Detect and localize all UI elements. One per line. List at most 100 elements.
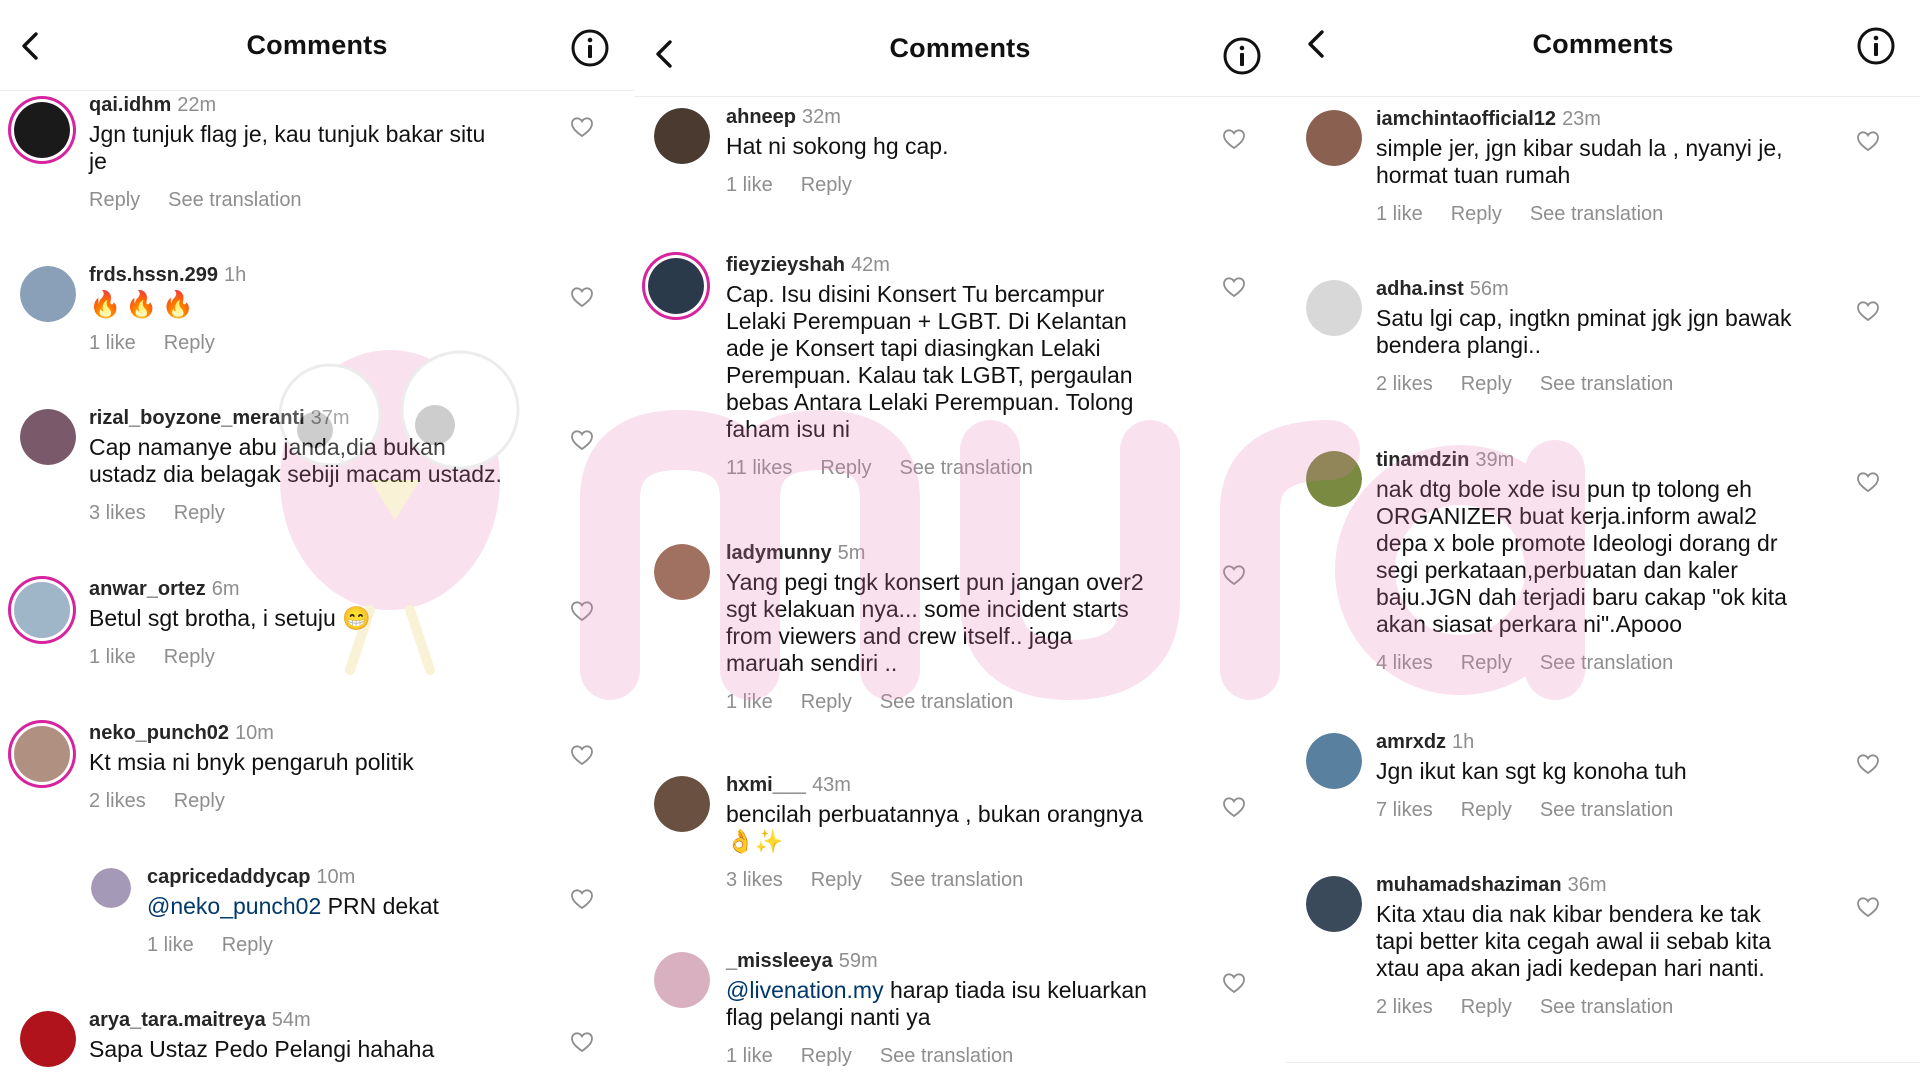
reply-button[interactable]: Reply — [801, 174, 852, 197]
comment-username[interactable]: ahneep — [726, 106, 796, 128]
avatar[interactable] — [20, 1011, 76, 1067]
like-count[interactable]: 1 like — [726, 1045, 773, 1068]
heart-icon[interactable] — [1856, 300, 1880, 322]
comment-username[interactable]: capricedaddycap — [147, 866, 310, 888]
see-translation-button[interactable]: See translation — [880, 691, 1013, 714]
like-count[interactable]: 11 likes — [726, 457, 792, 480]
like-count[interactable]: 1 like — [89, 332, 136, 355]
mention-link[interactable]: @neko_punch02 — [147, 893, 321, 919]
like-count[interactable]: 1 like — [147, 934, 194, 957]
comment-username[interactable]: frds.hssn.299 — [89, 264, 218, 286]
see-translation-button[interactable]: See translation — [880, 1045, 1013, 1068]
comment-username[interactable]: anwar_ortez — [89, 578, 206, 600]
see-translation-button[interactable]: See translation — [168, 189, 301, 212]
heart-icon[interactable] — [570, 600, 594, 622]
comment-username[interactable]: fieyzieyshah — [726, 254, 845, 276]
like-count[interactable]: 2 likes — [89, 790, 146, 813]
see-translation-button[interactable]: See translation — [1540, 652, 1673, 675]
reply-button[interactable]: Reply — [164, 646, 215, 669]
reply-button[interactable]: Reply — [89, 189, 140, 212]
comment-username[interactable]: iamchintaofficial12 — [1376, 108, 1556, 130]
heart-icon[interactable] — [1856, 753, 1880, 775]
avatar[interactable] — [91, 868, 131, 908]
heart-icon[interactable] — [1222, 972, 1246, 994]
heart-icon[interactable] — [1222, 276, 1246, 298]
avatar[interactable] — [648, 258, 704, 314]
comment-username[interactable]: hxmi___ — [726, 774, 806, 796]
heart-icon[interactable] — [1856, 896, 1880, 918]
comment-username[interactable]: amrxdz — [1376, 731, 1446, 753]
heart-icon[interactable] — [1222, 564, 1246, 586]
info-icon[interactable] — [1856, 26, 1896, 66]
avatar[interactable] — [1306, 280, 1362, 336]
chevron-left-icon[interactable] — [14, 28, 50, 64]
like-count[interactable]: 1 like — [1376, 203, 1423, 226]
reply-button[interactable]: Reply — [174, 502, 225, 525]
reply-button[interactable]: Reply — [801, 1045, 852, 1068]
avatar[interactable] — [1306, 451, 1362, 507]
avatar[interactable] — [654, 952, 710, 1008]
see-translation-button[interactable]: See translation — [1540, 799, 1673, 822]
heart-icon[interactable] — [570, 116, 594, 138]
avatar[interactable] — [14, 726, 70, 782]
reply-button[interactable]: Reply — [1461, 373, 1512, 396]
like-count[interactable]: 1 like — [726, 174, 773, 197]
heart-icon[interactable] — [1856, 471, 1880, 493]
heart-icon[interactable] — [1222, 796, 1246, 818]
info-icon[interactable] — [1222, 36, 1262, 76]
heart-icon[interactable] — [570, 888, 594, 910]
info-icon[interactable] — [570, 28, 610, 68]
like-count[interactable]: 2 likes — [1376, 996, 1433, 1019]
avatar[interactable] — [654, 544, 710, 600]
reply-button[interactable]: Reply — [1451, 203, 1502, 226]
avatar[interactable] — [1306, 733, 1362, 789]
reply-button[interactable]: Reply — [164, 332, 215, 355]
avatar[interactable] — [20, 409, 76, 465]
comment-username[interactable]: rizal_boyzone_meranti — [89, 407, 305, 429]
comment-username[interactable]: muhamadshaziman — [1376, 874, 1562, 896]
like-count[interactable]: 1 like — [726, 691, 773, 714]
mention-link[interactable]: @livenation.my — [726, 977, 884, 1003]
chevron-left-icon[interactable] — [648, 36, 684, 72]
reply-button[interactable]: Reply — [811, 869, 862, 892]
comment-username[interactable]: tinamdzin — [1376, 449, 1469, 471]
avatar[interactable] — [654, 776, 710, 832]
comment-username[interactable]: adha.inst — [1376, 278, 1464, 300]
heart-icon[interactable] — [570, 744, 594, 766]
reply-button[interactable]: Reply — [1461, 996, 1512, 1019]
avatar[interactable] — [1306, 110, 1362, 166]
chevron-left-icon[interactable] — [1300, 26, 1336, 62]
comment-username[interactable]: arya_tara.maitreya — [89, 1009, 266, 1031]
see-translation-button[interactable]: See translation — [1540, 996, 1673, 1019]
reply-button[interactable]: Reply — [1461, 652, 1512, 675]
reply-button[interactable]: Reply — [820, 457, 871, 480]
see-translation-button[interactable]: See translation — [1540, 373, 1673, 396]
reply-button[interactable]: Reply — [174, 790, 225, 813]
like-count[interactable]: 7 likes — [1376, 799, 1433, 822]
avatar[interactable] — [1306, 876, 1362, 932]
like-count[interactable]: 1 like — [89, 646, 136, 669]
like-count[interactable]: 4 likes — [1376, 652, 1433, 675]
comment-username[interactable]: ladymunny — [726, 542, 832, 564]
reply-button[interactable]: Reply — [222, 934, 273, 957]
comment-username[interactable]: qai.idhm — [89, 94, 171, 116]
heart-icon[interactable] — [1222, 128, 1246, 150]
comment-username[interactable]: _missleeya — [726, 950, 833, 972]
see-translation-button[interactable]: See translation — [890, 869, 1023, 892]
reply-button[interactable]: Reply — [801, 691, 852, 714]
heart-icon[interactable] — [570, 429, 594, 451]
avatar[interactable] — [14, 582, 70, 638]
like-count[interactable]: 3 likes — [726, 869, 783, 892]
avatar[interactable] — [654, 108, 710, 164]
like-count[interactable]: 3 likes — [89, 502, 146, 525]
heart-icon[interactable] — [570, 1031, 594, 1053]
heart-icon[interactable] — [1856, 130, 1880, 152]
see-translation-button[interactable]: See translation — [899, 457, 1032, 480]
avatar[interactable] — [20, 266, 76, 322]
comment-username[interactable]: neko_punch02 — [89, 722, 229, 744]
heart-icon[interactable] — [570, 286, 594, 308]
like-count[interactable]: 2 likes — [1376, 373, 1433, 396]
see-translation-button[interactable]: See translation — [1530, 203, 1663, 226]
reply-button[interactable]: Reply — [1461, 799, 1512, 822]
avatar[interactable] — [14, 102, 70, 158]
